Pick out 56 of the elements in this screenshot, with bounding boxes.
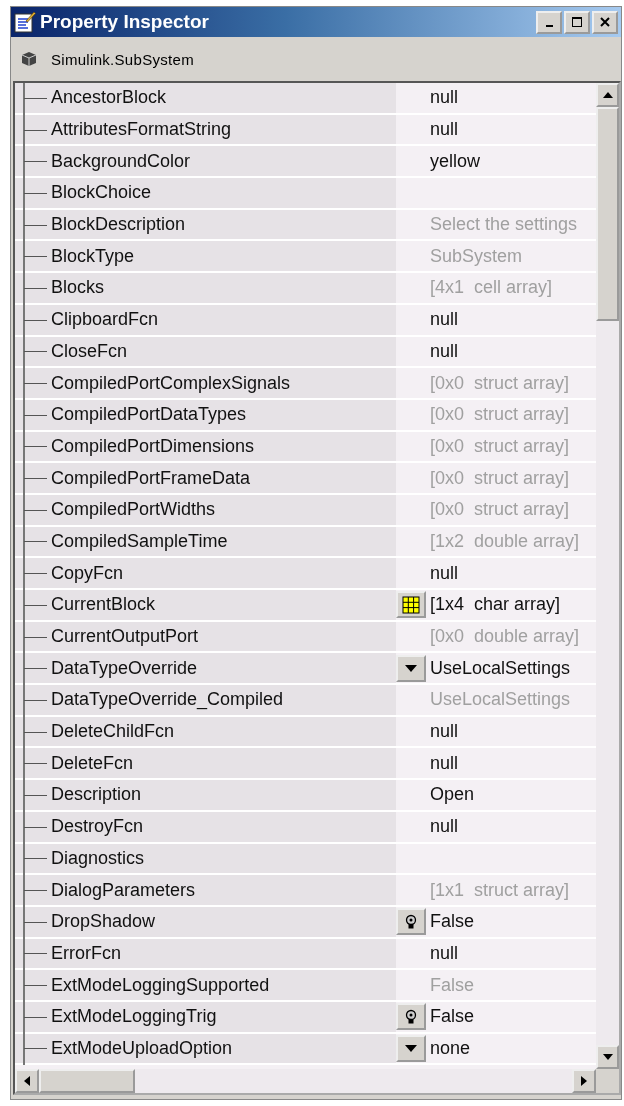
horizontal-scrollbar[interactable] bbox=[15, 1069, 619, 1093]
property-value[interactable]: null bbox=[430, 721, 459, 743]
property-value[interactable]: null bbox=[430, 752, 459, 774]
property-value[interactable]: null bbox=[430, 562, 459, 584]
caret-left-icon bbox=[24, 1076, 30, 1086]
caret-down-icon bbox=[602, 1054, 613, 1060]
lightbulb-icon bbox=[405, 913, 417, 930]
close-button[interactable] bbox=[592, 10, 618, 34]
property-name[interactable]: Diagnostics bbox=[51, 847, 145, 869]
property-value[interactable]: False bbox=[430, 911, 474, 933]
lightbulb-icon bbox=[405, 1008, 417, 1025]
app-icon bbox=[14, 11, 36, 33]
toggle-button[interactable] bbox=[396, 908, 426, 936]
property-value[interactable]: null bbox=[430, 87, 459, 109]
scrollbar-thumb[interactable] bbox=[39, 1069, 135, 1093]
grid-icon bbox=[402, 595, 420, 614]
caret-right-icon bbox=[581, 1076, 587, 1086]
grid-button[interactable] bbox=[396, 591, 426, 619]
property-value[interactable]: null bbox=[430, 942, 459, 964]
maximize-button[interactable] bbox=[564, 10, 590, 34]
caret-down-icon bbox=[404, 663, 418, 674]
property-value[interactable]: yellow bbox=[430, 150, 481, 172]
property-value[interactable]: UseLocalSettings bbox=[430, 657, 571, 679]
toggle-button[interactable] bbox=[396, 1003, 426, 1031]
property-name[interactable]: CloseFcn bbox=[51, 340, 128, 362]
property-value[interactable]: null bbox=[430, 340, 459, 362]
property-name[interactable]: BlockType bbox=[51, 245, 135, 267]
dropdown-button[interactable] bbox=[396, 1034, 426, 1062]
property-name[interactable]: Blocks bbox=[51, 277, 104, 299]
property-name[interactable]: ErrorFcn bbox=[51, 942, 121, 964]
window-title: Property Inspector bbox=[40, 11, 210, 33]
minimize-icon bbox=[545, 25, 553, 27]
dropdown-button[interactable] bbox=[396, 654, 426, 682]
property-name[interactable]: DestroyFcn bbox=[51, 816, 144, 838]
maximize-icon bbox=[571, 16, 583, 28]
property-name[interactable]: Description bbox=[51, 784, 142, 806]
scrollbar-corner bbox=[596, 1069, 619, 1093]
caret-down-icon bbox=[404, 1043, 418, 1054]
property-value[interactable]: null bbox=[430, 816, 459, 838]
property-value[interactable]: null bbox=[430, 119, 459, 141]
property-value[interactable]: none bbox=[430, 1037, 471, 1059]
property-name[interactable]: DropShadow bbox=[51, 911, 156, 933]
property-name[interactable]: CopyFcn bbox=[51, 562, 124, 584]
cube-icon bbox=[21, 51, 37, 67]
property-name[interactable]: DeleteFcn bbox=[51, 752, 134, 774]
object-class-label: Simulink.SubSystem bbox=[51, 50, 194, 68]
scrollbar-thumb[interactable] bbox=[596, 107, 619, 321]
caret-up-icon bbox=[602, 92, 613, 98]
property-value[interactable]: False bbox=[430, 1006, 474, 1028]
close-icon bbox=[599, 16, 611, 28]
property-value[interactable]: Open bbox=[430, 784, 475, 806]
property-name[interactable]: BlockChoice bbox=[51, 182, 152, 204]
property-value[interactable]: [1x4 char array] bbox=[430, 594, 561, 616]
minimize-button[interactable] bbox=[536, 10, 562, 34]
property-value[interactable]: null bbox=[430, 309, 459, 331]
vertical-scrollbar[interactable] bbox=[596, 83, 619, 1069]
